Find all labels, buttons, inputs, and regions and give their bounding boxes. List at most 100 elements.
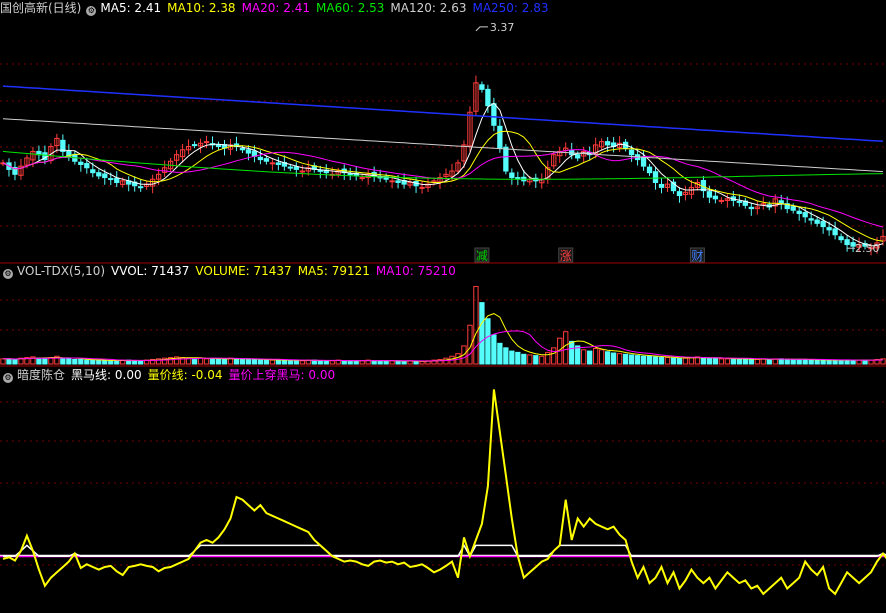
volume-bar-141 <box>844 359 850 365</box>
volume-bar-101 <box>604 351 611 365</box>
ma250-line <box>2 85 884 143</box>
volume-bar-70 <box>419 360 425 365</box>
volume-bar-85 <box>509 350 515 365</box>
volume-bar-100 <box>598 349 605 365</box>
volume-title[interactable]: VOL-TDX(5,10) <box>17 264 105 278</box>
volume-bar-36 <box>215 358 222 365</box>
candle-body-135 <box>808 218 814 221</box>
candle-body-110 <box>658 183 665 188</box>
settings-icon[interactable]: ⚙ <box>86 6 97 16</box>
candle-body-140 <box>838 236 844 241</box>
indicator-title[interactable]: 暗度陈仓 <box>17 368 65 382</box>
candle-body-137 <box>820 220 826 228</box>
volume-bar-17 <box>102 360 108 365</box>
candle-body-84 <box>503 146 509 172</box>
candle-body-34 <box>203 141 210 144</box>
vol-ma10-line <box>3 330 884 362</box>
candle-body-108 <box>646 166 653 174</box>
volume-bar-79 <box>473 285 479 365</box>
candle-body-66 <box>395 180 401 183</box>
ma120-line <box>2 118 884 173</box>
candle-body-43 <box>257 156 264 161</box>
candle-body-81 <box>485 88 491 107</box>
volume-bar-119 <box>712 357 719 365</box>
high-price-label: 3.37 <box>490 21 514 34</box>
volume-bar-94 <box>563 331 569 365</box>
candle-body-32 <box>191 144 198 147</box>
volume-bar-115 <box>688 357 695 365</box>
ma5-line <box>2 102 884 247</box>
heima-line <box>3 543 886 558</box>
volume-bar-108 <box>646 355 653 365</box>
volume-bar-42 <box>251 358 258 365</box>
volume-bar-44 <box>263 359 270 365</box>
candle-body-120 <box>718 199 725 202</box>
volume-bar-110 <box>658 357 665 365</box>
volume-bar-92 <box>551 347 557 365</box>
volume-bar-18 <box>108 360 114 365</box>
volume-bar-48 <box>287 359 293 365</box>
volume-bar-95 <box>569 340 575 365</box>
candle-body-101 <box>604 141 611 146</box>
volume-bar-120 <box>718 358 725 365</box>
volume-bar-16 <box>96 359 102 365</box>
volume-bar-111 <box>664 357 671 365</box>
candle-body-48 <box>287 166 293 169</box>
candle-body-107 <box>640 157 647 167</box>
volume-bar-143 <box>856 359 862 365</box>
volume-bar-22 <box>132 360 138 365</box>
volume-bar-45 <box>269 359 276 365</box>
volume-bar-54 <box>323 360 329 365</box>
volume-bar-23 <box>138 360 144 365</box>
volume-bar-55 <box>329 360 335 365</box>
settings-icon[interactable]: ⚙ <box>3 373 13 383</box>
candle-body-49 <box>293 166 299 170</box>
volume-bar-138 <box>826 359 832 365</box>
volume-bar-63 <box>377 360 383 365</box>
volume-bar-128 <box>766 358 772 365</box>
event-marker-2: 财 <box>691 249 703 263</box>
candle-body-80 <box>479 84 485 90</box>
volume-bar-137 <box>820 359 826 365</box>
volume-bar-1 <box>6 358 12 365</box>
volume-bar-10 <box>60 357 66 365</box>
candle-body-109 <box>652 171 659 183</box>
volume-bar-121 <box>724 358 731 365</box>
indicator-label-0: 黑马线: 0.00 <box>71 368 142 382</box>
candle-body-58 <box>347 173 353 176</box>
stock-title[interactable]: 国创高新(日线) <box>0 1 81 15</box>
volume-bar-84 <box>503 347 509 365</box>
ma-label-2: MA20: 2.41 <box>241 1 310 15</box>
volume-bar-11 <box>66 358 72 365</box>
volume-bar-99 <box>593 347 599 365</box>
volume-bar-132 <box>790 358 796 365</box>
price-panel-header: 国创高新(日线) ⚙ MA5: 2.41 MA10: 2.38 MA20: 2.41 MA… <box>0 1 561 16</box>
candle-body-15 <box>90 169 96 174</box>
volume-bar-33 <box>197 357 204 365</box>
volume-bar-81 <box>485 318 491 365</box>
candle-body-60 <box>359 177 365 180</box>
ma-label-5: MA250: 2.83 <box>472 1 549 15</box>
volume-bar-86 <box>515 351 521 365</box>
volume-bar-117 <box>700 357 707 365</box>
candle-body-125 <box>748 206 754 210</box>
volume-bar-103 <box>616 353 623 365</box>
volume-bar-83 <box>497 342 503 365</box>
candle-body-18 <box>108 178 114 181</box>
volume-bar-89 <box>533 355 539 365</box>
volume-bar-135 <box>808 359 814 365</box>
candle-body-141 <box>844 239 850 246</box>
volume-bar-46 <box>275 359 282 365</box>
volume-bar-122 <box>730 358 736 365</box>
volume-bar-104 <box>622 353 629 365</box>
stock-chart[interactable]: 3.37 2.50 减 涨 财 <box>0 0 886 613</box>
candle-body-96 <box>575 154 581 159</box>
event-marker-1: 涨 <box>560 248 572 263</box>
candle-body-138 <box>826 227 832 231</box>
volume-bar-13 <box>78 358 84 365</box>
volume-bar-82 <box>491 334 497 365</box>
volume-bar-87 <box>521 353 527 365</box>
volume-bar-96 <box>575 345 581 365</box>
volume-bar-35 <box>209 358 216 365</box>
settings-icon[interactable]: ⚙ <box>3 269 13 279</box>
